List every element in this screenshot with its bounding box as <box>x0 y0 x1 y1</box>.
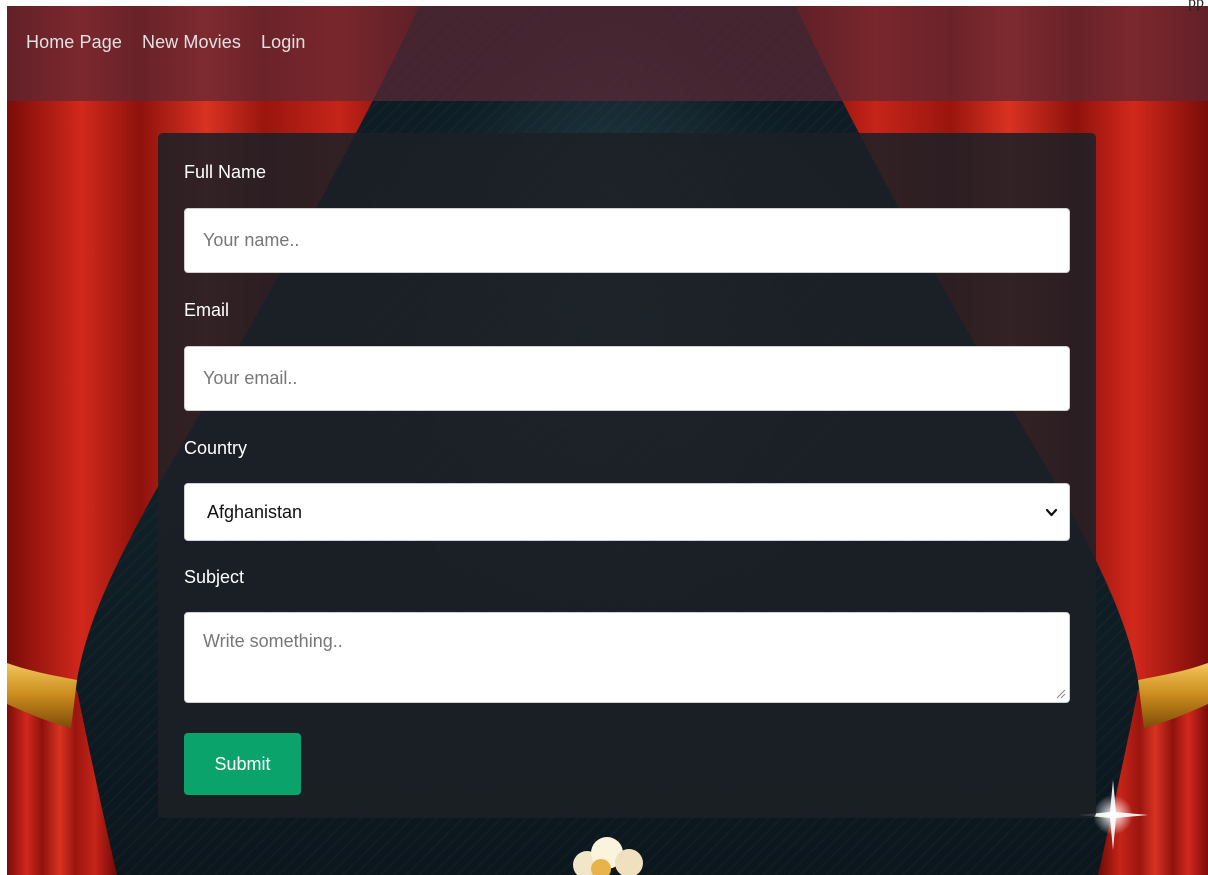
submit-button[interactable]: Submit <box>184 733 301 795</box>
subject-textarea-wrapper <box>184 612 1070 703</box>
nav-link-login[interactable]: Login <box>261 32 306 53</box>
country-label: Country <box>184 438 248 458</box>
theater-background: Home Page New Movies Login Full Name Ema… <box>7 0 1208 875</box>
country-select-wrapper: Afghanistan <box>184 483 1070 541</box>
window-top-edge <box>0 0 1208 6</box>
popcorn-icon <box>573 837 643 875</box>
email-input[interactable] <box>184 346 1070 411</box>
contact-form: Full Name Email Country Afghanistan Subj… <box>158 133 1096 818</box>
nav-link-home-page[interactable]: Home Page <box>26 32 122 53</box>
full-name-label: Full Name <box>184 162 267 182</box>
email-label: Email <box>184 300 230 320</box>
subject-label: Subject <box>184 567 245 587</box>
top-navbar: Home Page New Movies Login <box>7 0 1208 101</box>
resize-grip-icon[interactable] <box>1056 689 1066 699</box>
cropped-top-text: pp <box>1188 0 1204 11</box>
full-name-input[interactable] <box>184 208 1070 273</box>
subject-textarea[interactable] <box>184 612 1070 703</box>
nav-link-new-movies[interactable]: New Movies <box>142 32 241 53</box>
country-select[interactable]: Afghanistan <box>184 483 1070 541</box>
